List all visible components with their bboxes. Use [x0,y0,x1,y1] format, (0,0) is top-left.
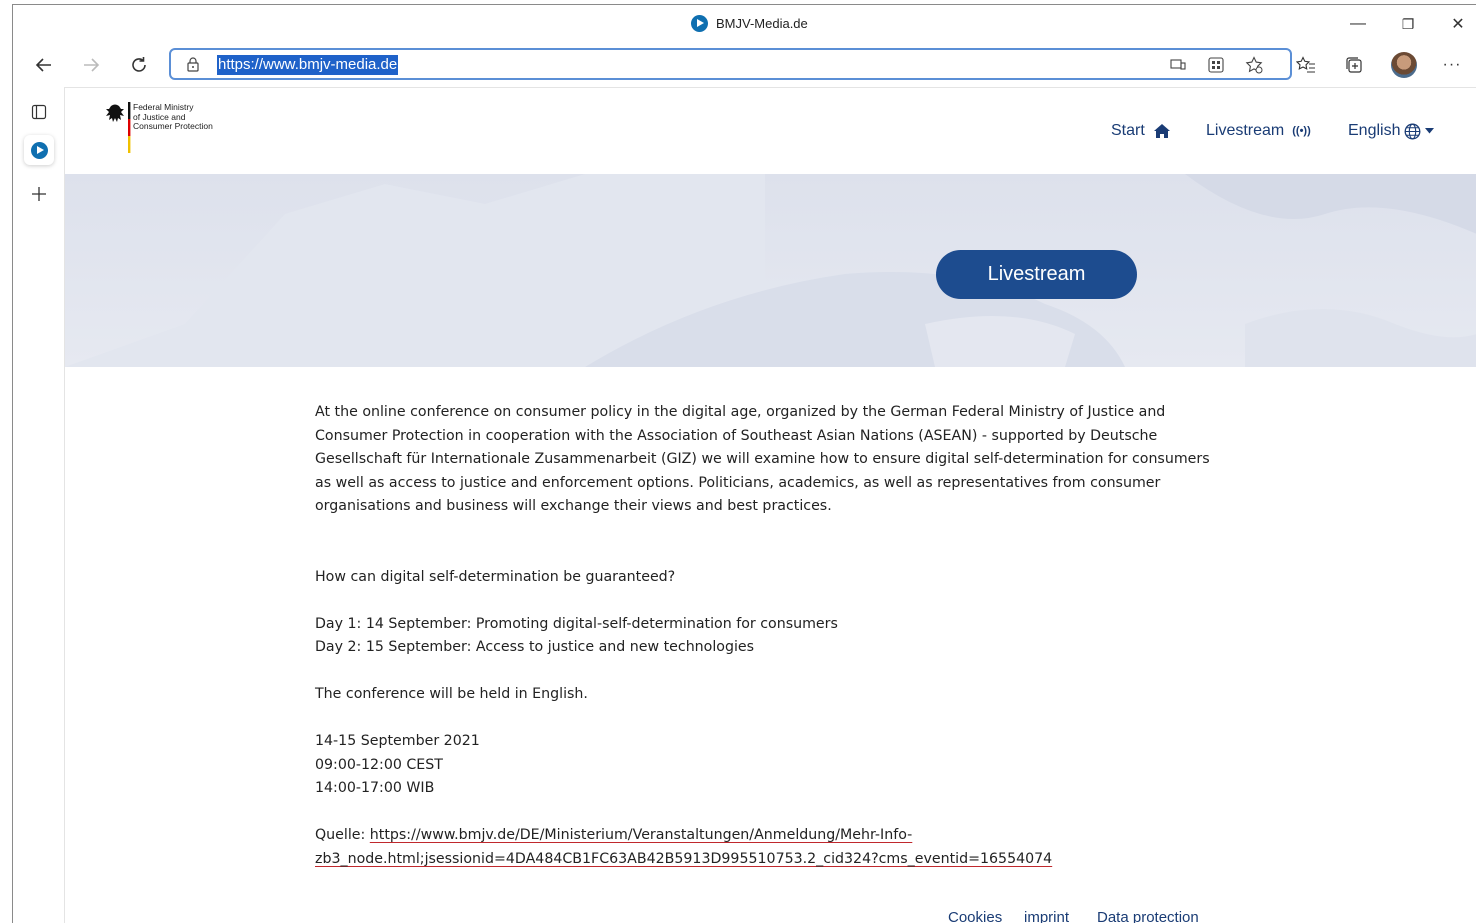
window-title-text: BMJV-Media.de [716,16,808,31]
source-label: Quelle: [315,827,366,843]
broadcast-icon: ((•)) [1292,125,1311,137]
intro-paragraph: At the online conference on consumer pol… [315,404,1210,514]
language-note: The conference will be held in English. [315,686,588,702]
address-bar[interactable]: https://www.bmjv-media.de [169,48,1292,80]
question-heading: How can digital self-determination be gu… [315,568,676,585]
add-favorite-icon[interactable] [1243,54,1265,76]
browser-toolbar: https://www.bmjv-media.de ··· [13,43,1476,87]
site-header: Federal Ministry of Justice and Consumer… [65,88,1476,174]
event-time-cest: 09:00-12:00 CEST [315,756,443,773]
web-page: Federal Ministry of Justice and Consumer… [65,87,1476,923]
more-menu-button[interactable]: ··· [1437,50,1467,80]
plus-icon [32,187,46,201]
minimize-button[interactable]: — [1335,9,1381,39]
day-2-text: Day 2: 15 September: Access to justice a… [315,639,755,655]
forward-arrow-icon [84,58,100,72]
tab-bmjv-media[interactable] [24,135,54,165]
nav-start[interactable]: Start [1111,122,1171,140]
title-bar: BMJV-Media.de — ❐ ✕ [13,5,1476,43]
tab-actions-button[interactable] [24,97,54,127]
source-link-line-2: zb3_node.html;jsessionid=4DA484CB1FC63AB… [315,850,1053,867]
url-text[interactable]: https://www.bmjv-media.de [217,55,399,75]
site-favicon-icon [30,141,48,159]
footer-imprint-link[interactable]: imprint [1024,909,1069,923]
hero-background-map [65,174,1476,367]
footer-cookies-link[interactable]: Cookies [948,909,1002,923]
ministry-name: Federal Ministry of Justice and Consumer… [133,102,213,132]
favorites-button[interactable] [1291,50,1321,80]
site-footer: Cookies imprint Data protection [65,906,1476,923]
lock-icon [187,57,199,72]
nav-livestream-label: Livestream [1206,122,1285,139]
forward-button[interactable] [76,50,106,80]
logo-line-3: Consumer Protection [133,121,213,131]
app-available-icon[interactable] [1167,54,1189,76]
tab-panel-icon [31,104,47,120]
event-time-wib: 14:00-17:00 WIB [315,780,435,796]
event-dates: 14-15 September 2021 [315,733,480,749]
source-link-line-1: https://www.bmjv.de/DE/Ministerium/Veran… [369,827,913,843]
refresh-icon [132,57,146,72]
source-link[interactable]: https://www.bmjv.de/DE/Ministerium/Veran… [315,827,1052,867]
hero-banner: Livestream [65,174,1476,367]
back-arrow-icon [35,58,51,72]
collections-icon [1346,57,1362,73]
collections-button[interactable] [1339,50,1369,80]
restore-button[interactable]: ❐ [1385,9,1431,39]
caret-down-icon [1425,128,1435,134]
profile-avatar[interactable] [1391,52,1417,78]
home-icon [1153,124,1170,138]
nav-livestream[interactable]: Livestream ((•)) [1206,122,1311,140]
back-button[interactable] [29,50,59,80]
footer-data-protection-link[interactable]: Data protection [1097,909,1199,923]
globe-icon [1405,123,1421,139]
language-label: English [1348,122,1401,139]
day-1-text: Day 1: 14 September: Promoting digital-s… [315,615,838,632]
main-content: At the online conference on consumer pol… [315,401,1225,871]
livestream-button[interactable]: Livestream [936,250,1137,299]
vertical-tabs-sidebar [13,87,65,923]
qr-code-icon[interactable] [1205,54,1227,76]
site-favicon-icon [691,15,708,32]
language-selector[interactable]: English [1348,122,1435,140]
source-line: Quelle: https://www.bmjv.de/DE/Ministeri… [315,824,1225,871]
close-button[interactable]: ✕ [1435,9,1476,39]
refresh-button[interactable] [124,50,154,80]
browser-window: BMJV-Media.de — ❐ ✕ https://www.bmjv-med… [12,4,1476,923]
nav-start-label: Start [1111,122,1145,139]
window-title: BMJV-Media.de [691,15,808,32]
favorites-icon [1296,56,1315,73]
new-tab-button[interactable] [24,179,54,209]
